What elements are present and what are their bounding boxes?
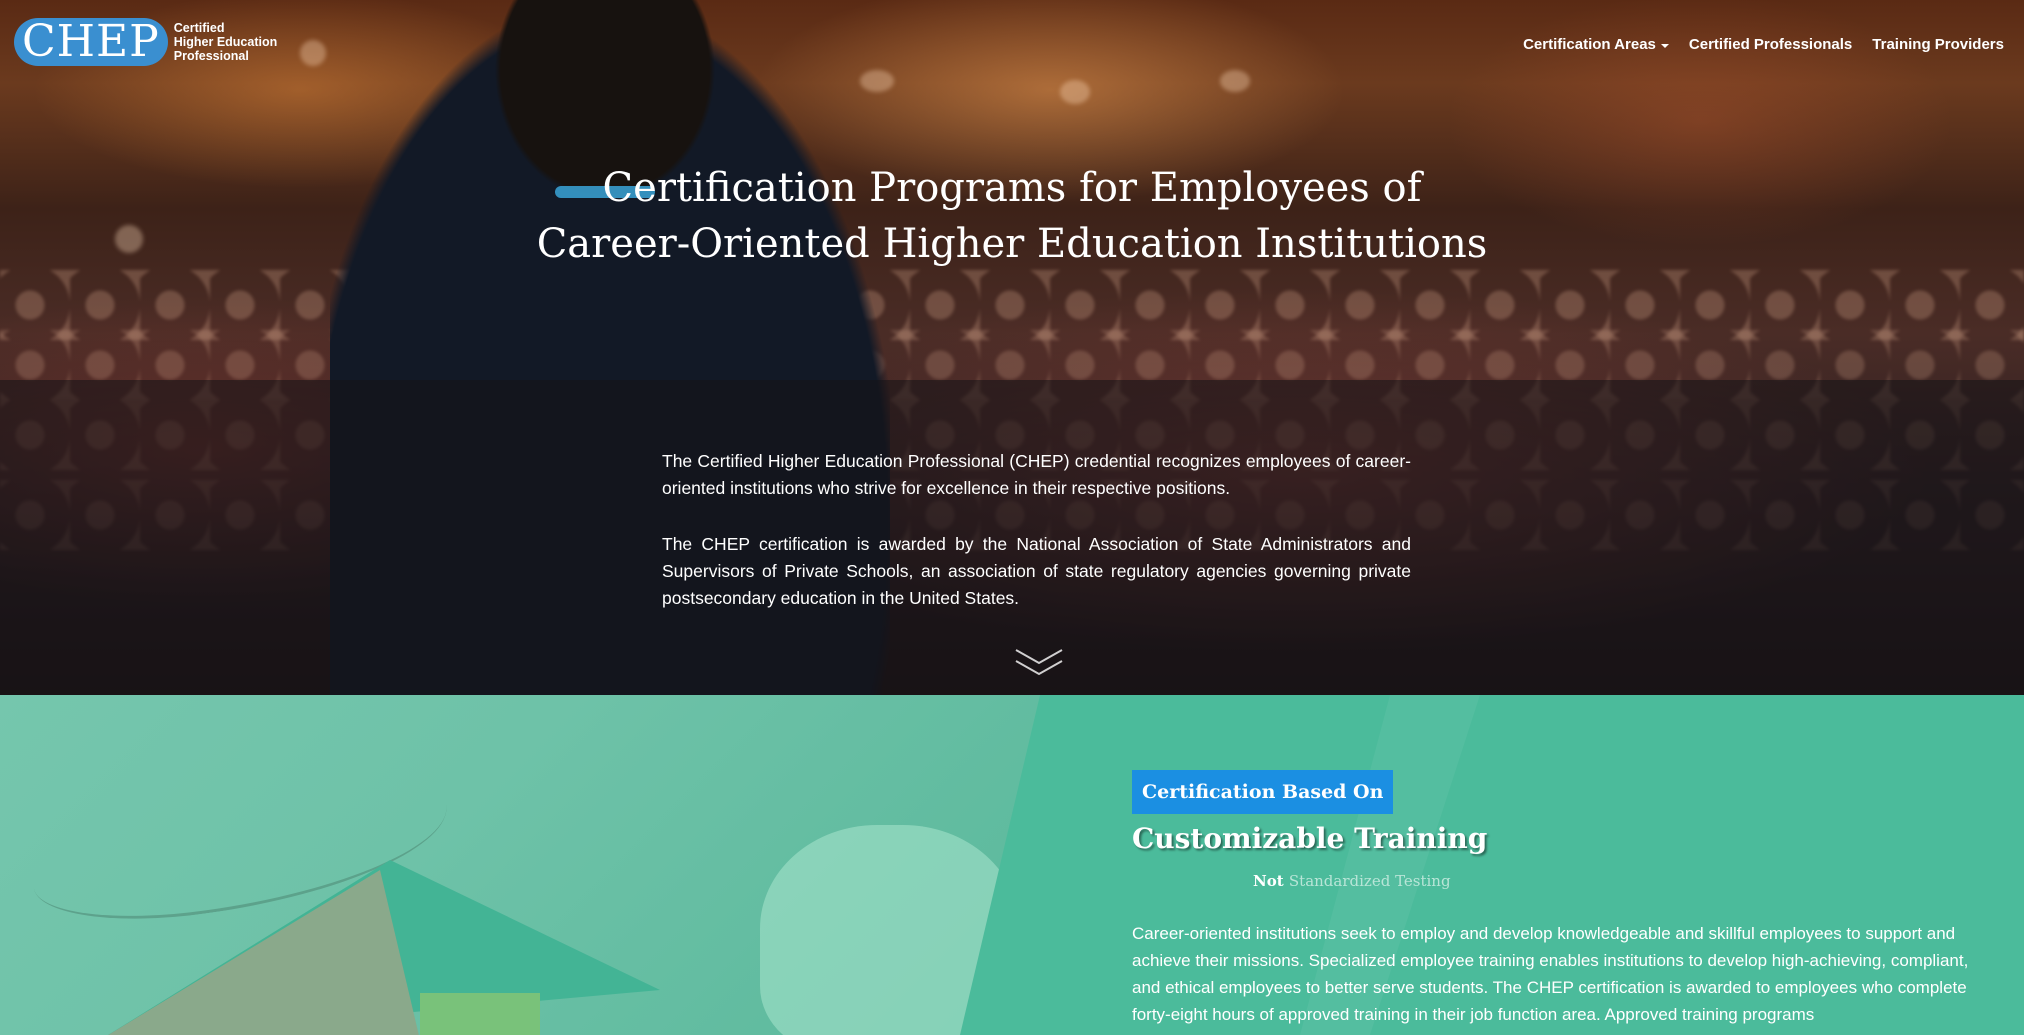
- nav-item-training-providers[interactable]: Training Providers: [1872, 36, 2004, 53]
- feature-subtitle: Not Standardized Testing: [1253, 872, 1451, 890]
- double-chevron-down-icon[interactable]: [1014, 646, 1064, 678]
- logo-tagline-line: Certified: [173, 21, 225, 35]
- hero-description: The Certified Higher Education Professio…: [662, 448, 1411, 641]
- caret-down-icon: [1660, 43, 1669, 48]
- bokeh-light: [1220, 70, 1250, 92]
- nav-item-label: Training Providers: [1872, 36, 2004, 53]
- nav-item-label: Certified Professionals: [1688, 36, 1853, 53]
- nav-item-certified-professionals[interactable]: Certified Professionals: [1689, 36, 1852, 53]
- bokeh-light: [1060, 80, 1090, 104]
- feature-subtitle-rest: Standardized Testing: [1288, 872, 1451, 890]
- logo-tagline-line: Professional: [173, 49, 249, 63]
- feature-body: Career-oriented institutions seek to emp…: [1132, 924, 1969, 1024]
- tangram-piece: [420, 993, 540, 1035]
- main-nav: Certification Areas Certified Profession…: [1523, 36, 2004, 53]
- hero-title-line: Certification Programs for Employees of: [602, 165, 1422, 211]
- hand-image: [760, 825, 1020, 1035]
- hero-section: CHEP Certified Higher Education Professi…: [0, 0, 2024, 695]
- hero-title-line: Career-Oriented Higher Education Institu…: [536, 221, 1488, 267]
- feature-title: Customizable Training: [1132, 822, 1488, 855]
- hero-paragraph: The CHEP certification is awarded by the…: [662, 534, 1411, 608]
- feature-subtitle-not: Not: [1253, 872, 1284, 890]
- logo-mark: CHEP: [14, 18, 168, 66]
- tangram-photo: [0, 695, 1040, 1035]
- nav-item-label: Certification Areas: [1523, 36, 1656, 53]
- nav-item-certification-areas[interactable]: Certification Areas: [1523, 36, 1669, 53]
- hero-paragraph: The Certified Higher Education Professio…: [662, 451, 1411, 498]
- logo-tagline-line: Higher Education: [173, 35, 278, 49]
- logo-tagline: Certified Higher Education Professional: [174, 21, 277, 63]
- hero-title: Certification Programs for Employees of …: [0, 160, 2024, 272]
- brand-logo[interactable]: CHEP Certified Higher Education Professi…: [14, 18, 277, 66]
- bokeh-light: [300, 40, 326, 66]
- feature-badge: Certification Based On: [1132, 770, 1394, 814]
